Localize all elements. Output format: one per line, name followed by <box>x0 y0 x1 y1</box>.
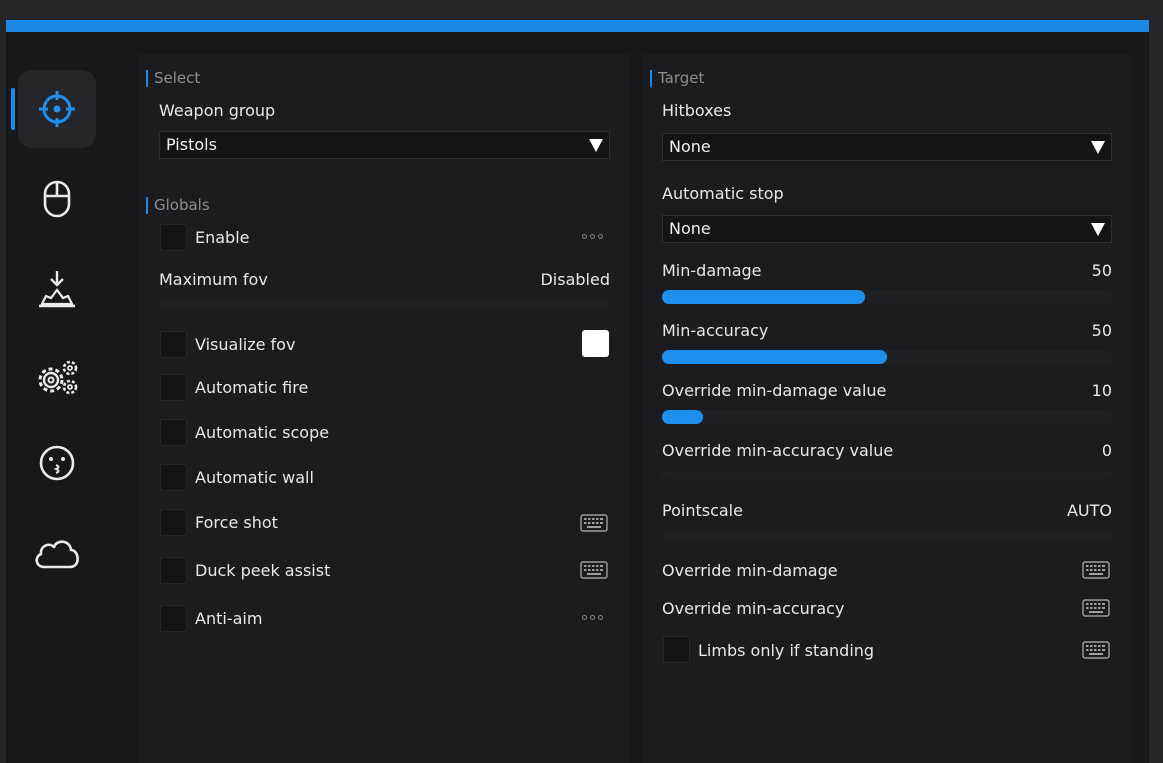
override-min-damage-label: Override min-damage <box>662 561 838 580</box>
weapon-group-dropdown[interactable]: Pistols <box>159 131 610 159</box>
hitboxes-label: Hitboxes <box>662 101 732 120</box>
anti-aim-checkbox[interactable] <box>160 605 187 632</box>
min-damage-value: 50 <box>1091 261 1112 280</box>
anti-aim-label: Anti-aim <box>195 609 263 628</box>
automatic-wall-label: Automatic wall <box>195 468 314 487</box>
automatic-scope-checkbox[interactable] <box>160 419 187 446</box>
weapon-group-label: Weapon group <box>159 101 276 120</box>
pointscale-label: Pointscale <box>662 501 743 520</box>
weapon-group-value: Pistols <box>166 135 217 154</box>
visualize-fov-color-picker[interactable] <box>582 330 609 357</box>
pointscale-slider[interactable] <box>662 531 1112 539</box>
sidebar-item-ragebot[interactable] <box>11 70 96 148</box>
duck-peek-assist-checkbox[interactable] <box>160 557 187 584</box>
enable-options-dots-icon[interactable] <box>582 234 603 239</box>
min-damage-label: Min-damage <box>662 261 762 280</box>
visualize-fov-label: Visualize fov <box>195 335 296 354</box>
dropdown-arrow-icon <box>1091 223 1105 236</box>
right-panel: Target Hitboxes None Automatic stop None… <box>642 54 1132 763</box>
automatic-stop-value: None <box>669 219 711 238</box>
sidebar-item-skins[interactable] <box>18 424 96 502</box>
sidebar-item-cloud[interactable] <box>18 514 96 592</box>
override-min-damage-slider[interactable] <box>662 410 1112 424</box>
min-accuracy-slider-fill <box>662 350 887 364</box>
keyboard-icon[interactable] <box>1082 641 1110 659</box>
force-shot-label: Force shot <box>195 513 278 532</box>
gears-icon <box>38 360 78 395</box>
sidebar <box>6 32 112 763</box>
sidebar-item-legitbot[interactable] <box>18 160 96 238</box>
max-fov-value: Disabled <box>540 270 610 289</box>
limbs-only-if-standing-checkbox[interactable] <box>663 636 690 663</box>
sidebar-item-misc[interactable] <box>18 338 96 416</box>
mouse-icon <box>43 180 71 218</box>
section-title-globals: Globals <box>146 197 210 214</box>
cheat-menu-window: Select Weapon group Pistols Globals Enab… <box>6 32 1149 763</box>
sidebar-item-antiaim[interactable] <box>18 250 96 328</box>
min-accuracy-value: 50 <box>1091 321 1112 340</box>
left-panel: Select Weapon group Pistols Globals Enab… <box>138 54 630 763</box>
automatic-stop-dropdown[interactable]: None <box>662 215 1112 243</box>
visualize-fov-checkbox[interactable] <box>160 331 187 358</box>
override-min-damage-value: 10 <box>1091 381 1112 400</box>
min-accuracy-slider[interactable] <box>662 350 1112 364</box>
override-min-accuracy-value-label: Override min-accuracy value <box>662 441 894 460</box>
anti-aim-options-dots-icon[interactable] <box>582 615 603 620</box>
automatic-fire-label: Automatic fire <box>195 378 309 397</box>
dropdown-arrow-icon <box>589 139 603 152</box>
crosshair-icon <box>39 91 75 127</box>
enable-checkbox[interactable] <box>160 224 187 251</box>
override-min-damage-value-label: Override min-damage value <box>662 381 887 400</box>
max-fov-label: Maximum fov <box>159 270 268 289</box>
override-min-accuracy-slider[interactable] <box>662 471 1112 479</box>
window-title-bar <box>6 20 1149 32</box>
override-min-accuracy-label: Override min-accuracy <box>662 599 845 618</box>
keyboard-icon[interactable] <box>580 514 608 532</box>
duck-peek-assist-label: Duck peek assist <box>195 561 331 580</box>
limbs-only-if-standing-label: Limbs only if standing <box>698 641 875 660</box>
hitboxes-dropdown[interactable]: None <box>662 133 1112 161</box>
enable-label: Enable <box>195 228 250 247</box>
max-fov-slider[interactable] <box>159 300 610 308</box>
automatic-scope-label: Automatic scope <box>195 423 330 442</box>
force-shot-checkbox[interactable] <box>160 509 187 536</box>
section-title-target: Target <box>650 70 704 87</box>
automatic-stop-label: Automatic stop <box>662 184 784 203</box>
pointscale-value: AUTO <box>1066 501 1112 520</box>
active-indicator <box>11 88 15 130</box>
min-damage-slider-fill <box>662 290 865 304</box>
automatic-wall-checkbox[interactable] <box>160 464 187 491</box>
keyboard-icon[interactable] <box>580 561 608 579</box>
automatic-fire-checkbox[interactable] <box>160 374 187 401</box>
override-min-accuracy-value: 0 <box>1101 441 1112 460</box>
hitboxes-value: None <box>669 137 711 156</box>
override-min-damage-slider-fill <box>662 410 703 424</box>
cloud-icon <box>35 540 79 569</box>
kissing-face-icon <box>39 445 75 481</box>
dropdown-arrow-icon <box>1091 141 1105 154</box>
landmine-icon <box>39 271 75 308</box>
section-title-select: Select <box>146 70 200 87</box>
keyboard-icon[interactable] <box>1082 599 1110 617</box>
keyboard-icon[interactable] <box>1082 561 1110 579</box>
min-accuracy-label: Min-accuracy <box>662 321 769 340</box>
min-damage-slider[interactable] <box>662 290 1112 304</box>
